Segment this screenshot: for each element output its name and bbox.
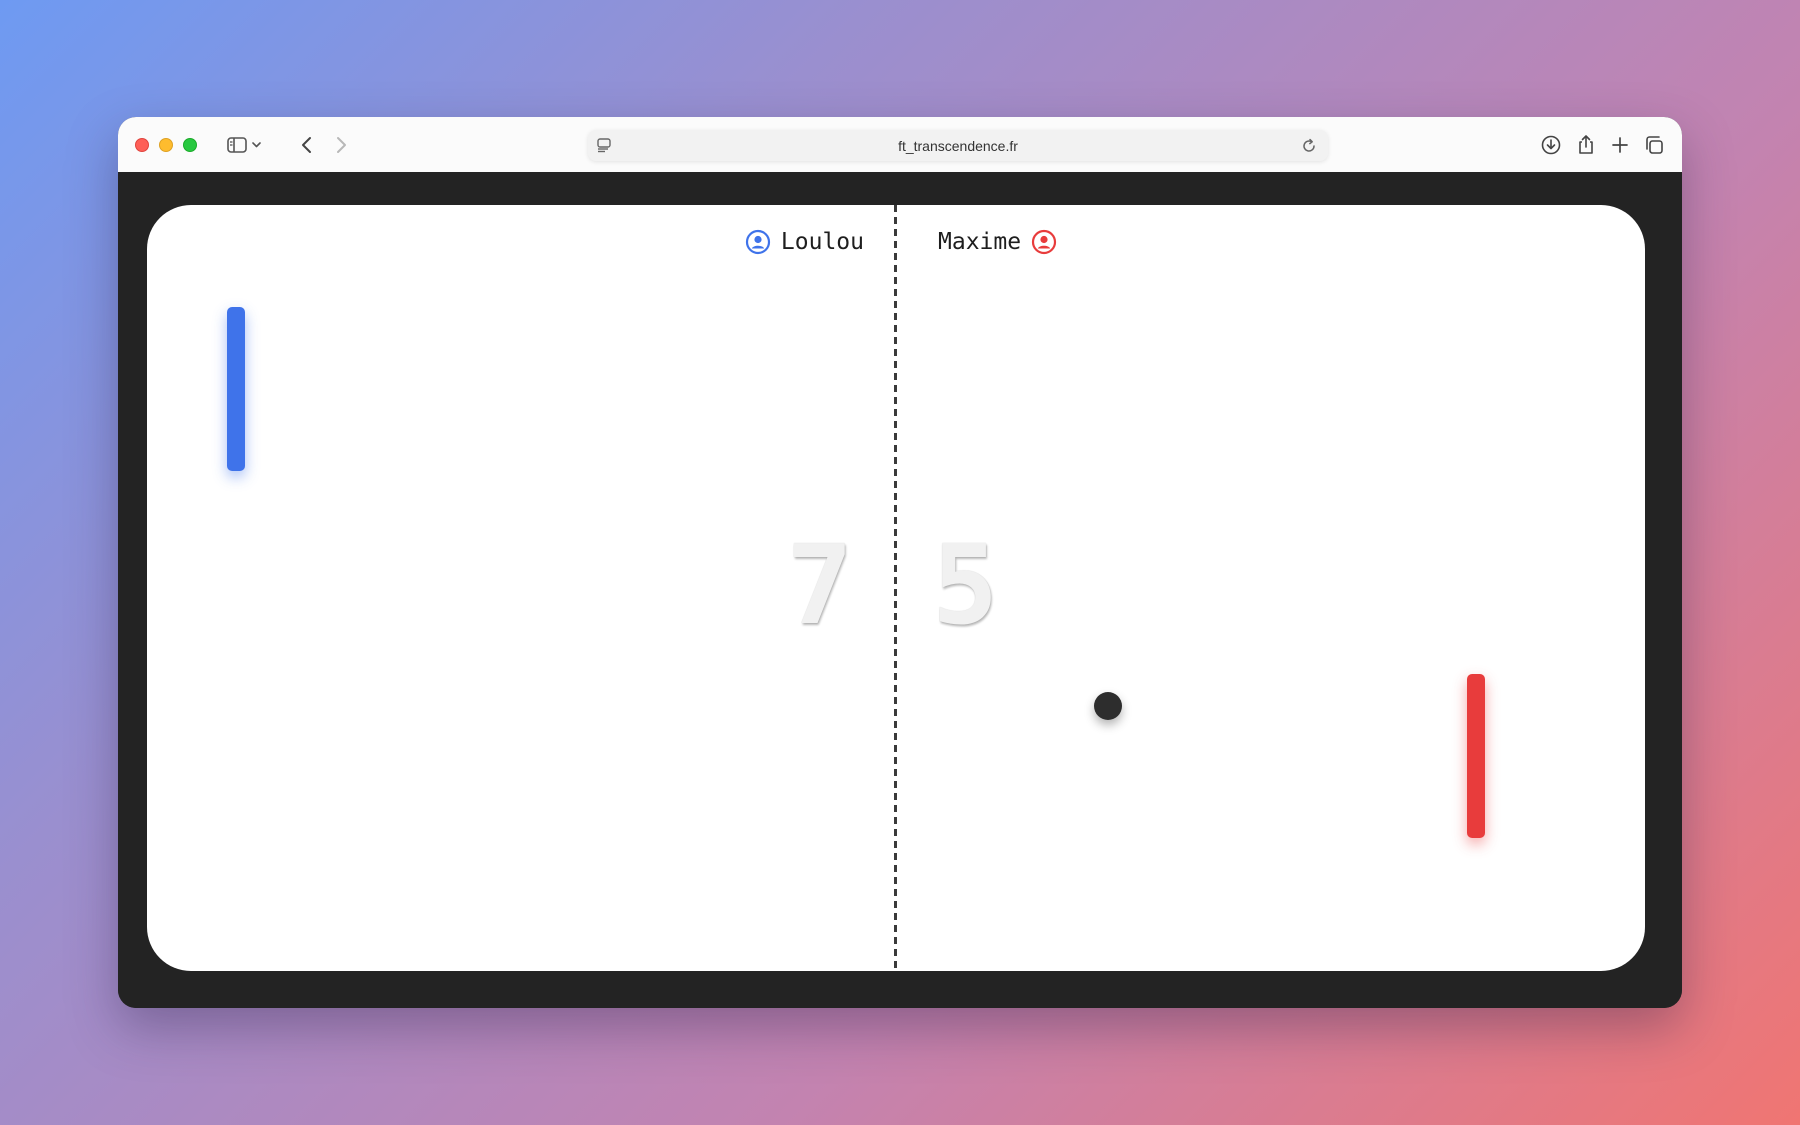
- center-net: [894, 205, 897, 971]
- reload-icon[interactable]: [1300, 137, 1318, 155]
- user-circle-icon: [745, 229, 771, 255]
- pong-court: Loulou Maxime 7 5: [147, 205, 1645, 971]
- chevron-left-icon: [302, 137, 311, 153]
- paddle-left[interactable]: [227, 307, 245, 471]
- forward-button[interactable]: [330, 133, 352, 157]
- chevron-right-icon: [337, 137, 346, 153]
- player-left-label: Loulou: [745, 227, 864, 257]
- player-right-label: Maxime: [938, 227, 1057, 257]
- tab-overview-button[interactable]: [1641, 133, 1667, 157]
- player-left-name: Loulou: [780, 229, 864, 255]
- browser-toolbar: ft_transcendence.fr: [118, 117, 1682, 173]
- plus-icon: [1612, 137, 1628, 153]
- sidebar-icon: [227, 137, 261, 153]
- share-icon: [1579, 135, 1593, 154]
- minimize-window-button[interactable]: [159, 138, 173, 152]
- user-circle-icon: [1031, 229, 1057, 255]
- tab-overview-icon: [1646, 136, 1663, 154]
- close-window-button[interactable]: [135, 138, 149, 152]
- page-content: Loulou Maxime 7 5: [118, 172, 1682, 1008]
- player-right-name: Maxime: [938, 229, 1022, 255]
- download-icon: [1541, 135, 1561, 155]
- browser-window: ft_transcendence.fr Loulou Maxime 7 5: [118, 117, 1682, 1008]
- address-bar[interactable]: ft_transcendence.fr: [588, 130, 1328, 161]
- score-right: 5: [932, 521, 999, 649]
- downloads-button[interactable]: [1538, 133, 1564, 157]
- share-button[interactable]: [1573, 133, 1599, 157]
- zoom-window-button[interactable]: [183, 138, 197, 152]
- paddle-right[interactable]: [1467, 674, 1485, 838]
- back-button[interactable]: [296, 133, 318, 157]
- url-text[interactable]: ft_transcendence.fr: [588, 130, 1328, 161]
- ball: [1094, 692, 1122, 720]
- score-left: 7: [786, 521, 853, 649]
- new-tab-button[interactable]: [1607, 133, 1633, 157]
- sidebar-toggle-button[interactable]: [220, 133, 270, 157]
